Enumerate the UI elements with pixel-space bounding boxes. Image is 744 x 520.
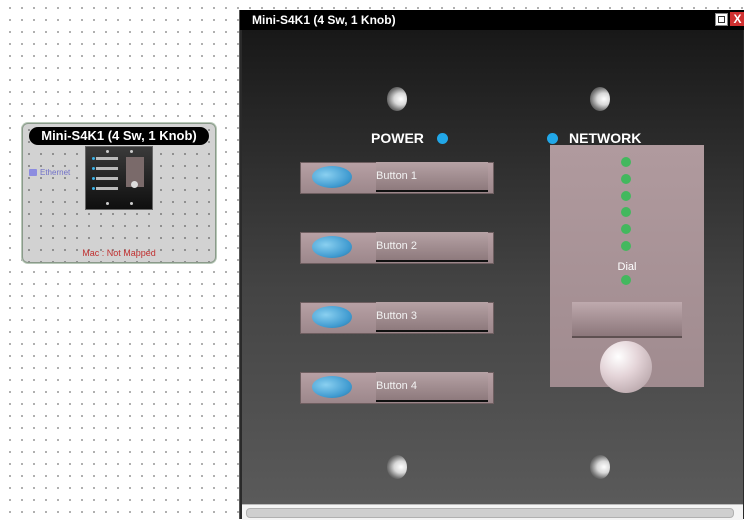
thumb-led-4: [92, 187, 95, 190]
screw-icon: [590, 455, 610, 479]
restore-icon[interactable]: [715, 13, 728, 26]
button-led-2: [312, 236, 352, 258]
network-label: NETWORK: [569, 130, 642, 146]
switch-button-1[interactable]: Button 1: [300, 162, 494, 194]
thumb-button-4: [96, 187, 118, 190]
ethernet-icon: [29, 169, 37, 176]
button-led-1: [312, 166, 352, 188]
dial-led-2: [621, 174, 631, 184]
device-faceplate: POWER NETWORK Button 1 Button 2 Button 3…: [242, 30, 743, 504]
screw-icon: [590, 87, 610, 111]
thumb-screw: [130, 202, 133, 205]
dial-label: Dial: [617, 261, 637, 273]
switch-button-2[interactable]: Button 2: [300, 232, 494, 264]
ethernet-port[interactable]: Ethernet: [29, 168, 70, 177]
button-label-3: Button 3: [376, 302, 488, 332]
button-label-4: Button 4: [376, 372, 488, 402]
dial-led-4: [621, 207, 631, 217]
thumb-button-2: [96, 167, 118, 170]
ethernet-label: Ethernet: [40, 168, 71, 177]
dial-led-7: [621, 275, 631, 285]
power-label: POWER: [371, 130, 424, 146]
button-led-3: [312, 306, 352, 328]
screw-icon: [387, 455, 407, 479]
thumb-led-2: [92, 167, 95, 170]
dial-slider[interactable]: [572, 302, 682, 338]
window-titlebar[interactable]: Mini-S4K1 (4 Sw, 1 Knob) X: [240, 10, 744, 30]
thumb-screw: [106, 202, 109, 205]
device-thumbnail: [85, 146, 153, 210]
device-block-title: Mini-S4K1 (4 Sw, 1 Knob): [29, 127, 209, 145]
thumb-button-3: [96, 177, 118, 180]
window-title: Mini-S4K1 (4 Sw, 1 Knob): [252, 13, 396, 27]
switch-button-3[interactable]: Button 3: [300, 302, 494, 334]
button-label-1: Button 1: [376, 162, 488, 192]
screw-icon: [387, 87, 407, 111]
thumb-led-1: [92, 157, 95, 160]
dial-led-6: [621, 241, 631, 251]
scrollbar-thumb[interactable]: [246, 508, 734, 518]
dial-led-1: [621, 157, 631, 167]
power-indicator: [437, 133, 448, 144]
device-block[interactable]: Mini-S4K1 (4 Sw, 1 Knob) Ethernet Mac : …: [22, 123, 216, 263]
network-indicator: [547, 133, 558, 144]
switch-button-4[interactable]: Button 4: [300, 372, 494, 404]
thumb-knob: [131, 181, 138, 188]
thumb-screw: [106, 150, 109, 153]
dial-led-3: [621, 191, 631, 201]
thumb-button-1: [96, 157, 118, 160]
close-icon[interactable]: X: [730, 12, 744, 26]
dial-led-5: [621, 224, 631, 234]
thumb-led-3: [92, 177, 95, 180]
mac-status: Mac : Not Mapped: [82, 248, 156, 258]
thumb-screw: [130, 150, 133, 153]
button-label-2: Button 2: [376, 232, 488, 262]
device-window: Mini-S4K1 (4 Sw, 1 Knob) X POWER NETWORK…: [239, 10, 744, 520]
dial-panel: Dial: [550, 145, 704, 393]
dial-knob[interactable]: [600, 341, 652, 393]
button-led-4: [312, 376, 352, 398]
horizontal-scrollbar[interactable]: [242, 504, 743, 520]
